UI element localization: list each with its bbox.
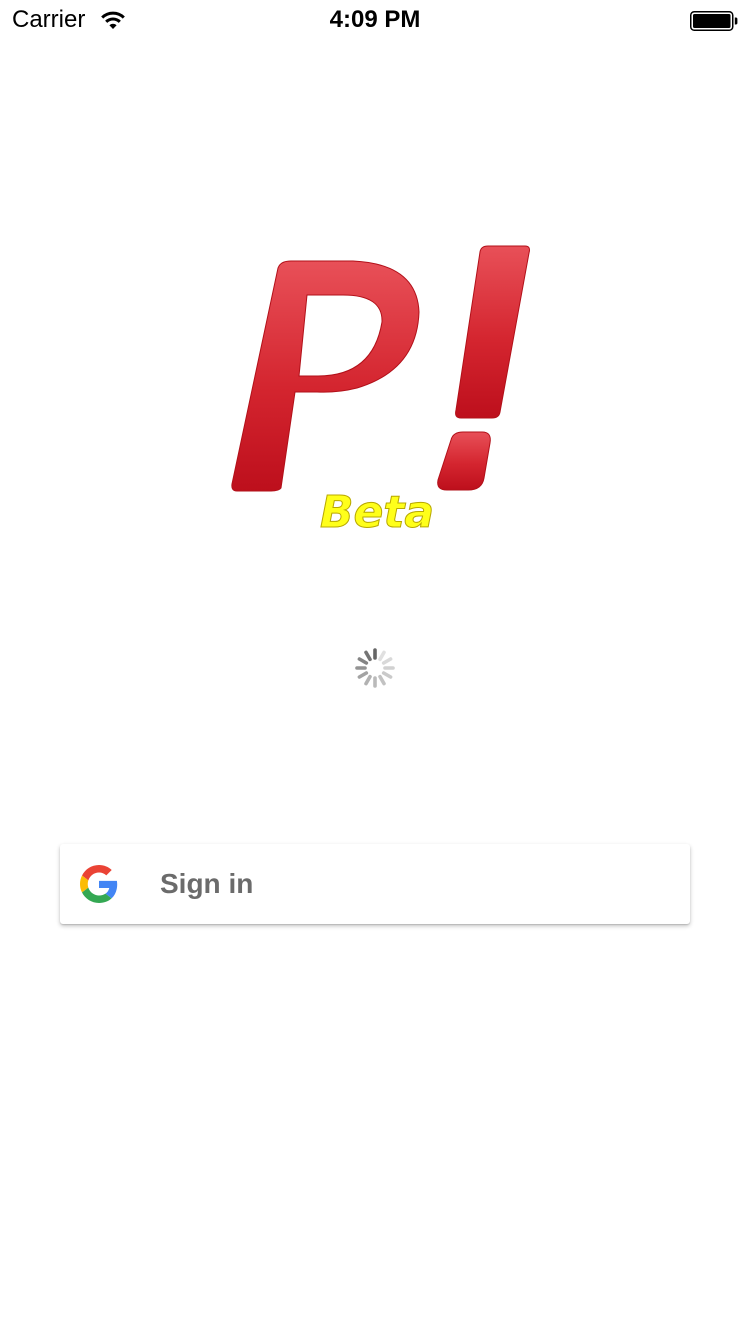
logo-mark <box>231 245 530 492</box>
google-g-icon <box>80 865 118 903</box>
status-bar: Carrier 4:09 PM <box>0 0 750 40</box>
app-logo: Beta <box>231 245 530 538</box>
signin-label: Sign in <box>160 868 254 899</box>
battery-icon <box>690 11 738 31</box>
spinner-icon <box>355 648 395 688</box>
google-signin-button[interactable]: Sign in <box>60 844 690 924</box>
logo-badge: Beta <box>320 487 434 538</box>
status-time: 4:09 PM <box>329 6 421 33</box>
